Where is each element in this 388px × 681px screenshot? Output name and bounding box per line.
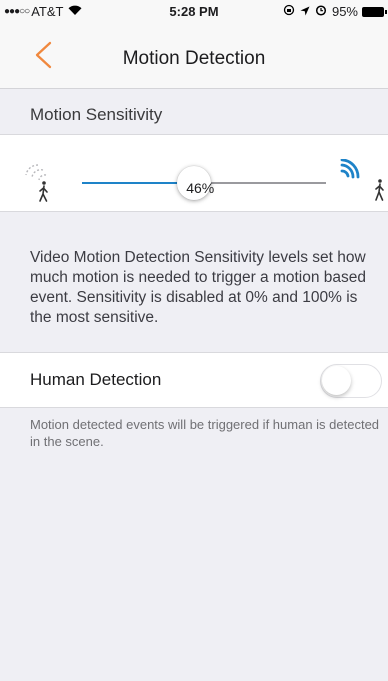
battery-percent: 95% (331, 4, 358, 19)
walking-person-strong-waves-icon (336, 158, 388, 212)
battery-icon (362, 6, 387, 17)
sensitivity-value: 46% (186, 180, 215, 196)
navigation-bar: Motion Detection (0, 22, 388, 89)
human-detection-label: Human Detection (30, 370, 162, 389)
human-detection-toggle[interactable] (320, 364, 382, 398)
page-title: Motion Detection (122, 48, 266, 69)
toggle-knob (322, 366, 351, 395)
location-icon (300, 4, 310, 19)
status-right: 95% (278, 4, 387, 19)
human-detection-note: Motion detected events will be triggered… (30, 417, 380, 449)
sensitivity-description: Video Motion Detection Sensitivity level… (30, 249, 367, 326)
alarm-icon (315, 4, 327, 19)
motion-sensitivity-header: Motion Sensitivity (30, 105, 163, 124)
human-detection-row: Human Detection (0, 352, 388, 408)
status-bar: ●●●○○ AT&T 5:28 PM 95% (0, 0, 388, 22)
walking-person-faint-waves-icon (22, 161, 64, 212)
rotation-lock-icon (283, 4, 295, 19)
sensitivity-slider-card: 46% (0, 134, 388, 212)
